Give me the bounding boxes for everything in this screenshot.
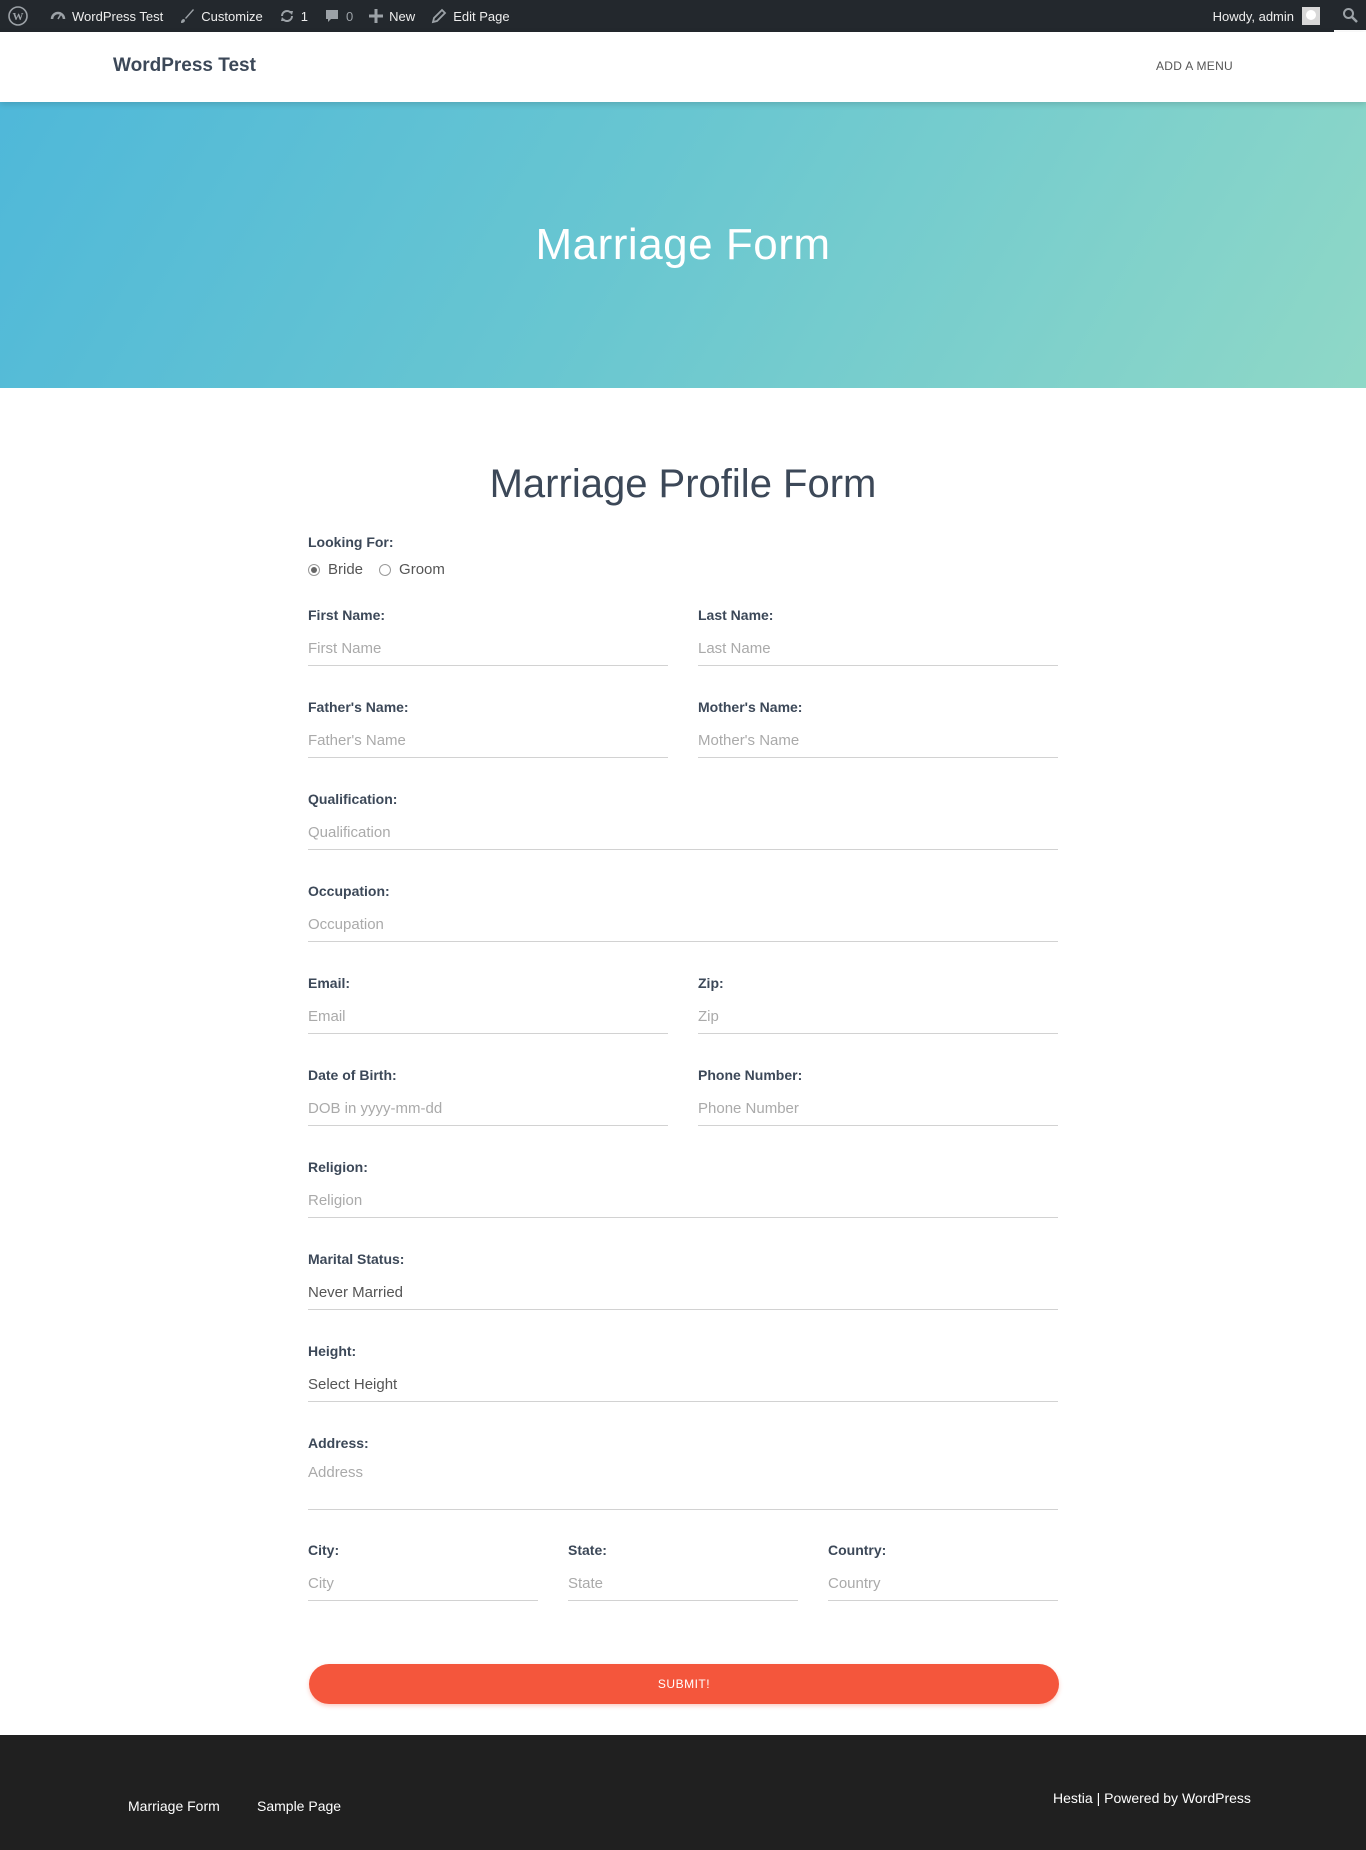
email-label: Email: — [308, 975, 351, 991]
bride-label: Bride — [328, 561, 364, 578]
religion-label: Religion: — [308, 1159, 368, 1175]
zip-label: Zip: — [698, 975, 724, 991]
brush-icon — [181, 9, 195, 23]
comment-icon — [325, 10, 338, 22]
footer-credit-theme[interactable]: Hestia — [1053, 1790, 1093, 1806]
updates-icon — [280, 10, 293, 22]
height-select[interactable]: Select Height — [308, 1368, 1058, 1402]
city-label: City: — [308, 1542, 340, 1558]
pencil-icon — [431, 8, 447, 24]
edit-page-label: Edit Page — [453, 8, 510, 24]
mothers-name-input[interactable]: Mother's Name — [698, 724, 1058, 758]
zip-input[interactable]: Zip — [698, 1000, 1058, 1034]
add-menu-link[interactable]: ADD A MENU — [1156, 59, 1233, 73]
qualification-label: Qualification: — [308, 791, 398, 807]
state-label: State: — [568, 1542, 607, 1558]
height-label: Height: — [308, 1343, 357, 1359]
first-name-input[interactable]: First Name — [308, 632, 668, 666]
occupation-label: Occupation: — [308, 883, 390, 899]
site-footer: Marriage Form Sample Page Hestia | Power… — [0, 1735, 1366, 1850]
phone-label: Phone Number: — [698, 1067, 803, 1083]
dashboard-icon — [50, 11, 66, 20]
last-name-label: Last Name: — [698, 607, 774, 623]
email-input[interactable]: Email — [308, 1000, 668, 1034]
address-label: Address: — [308, 1435, 369, 1451]
form-title: Marriage Profile Form — [489, 462, 877, 506]
footer-link-marriage-form[interactable]: Marriage Form — [128, 1798, 220, 1814]
dob-input[interactable]: DOB in yyyy-mm-dd — [308, 1092, 668, 1126]
hero-banner: Marriage Form — [0, 102, 1366, 388]
last-name-input[interactable]: Last Name — [698, 632, 1058, 666]
updates-link[interactable]: 1 — [271, 0, 316, 32]
footer-credit: Hestia | Powered by WordPress — [1053, 1790, 1251, 1806]
wordpress-logo-icon[interactable]: W — [0, 0, 42, 32]
comments-link[interactable]: 0 — [316, 0, 361, 32]
admin-search-icon[interactable] — [1334, 0, 1366, 32]
state-input[interactable]: State — [568, 1567, 798, 1601]
admin-site-name[interactable]: WordPress Test — [42, 0, 171, 32]
qualification-input[interactable]: Qualification — [308, 816, 1058, 850]
phone-input[interactable]: Phone Number — [698, 1092, 1058, 1126]
fathers-name-input[interactable]: Father's Name — [308, 724, 668, 758]
site-header: WordPress Test ADD A MENU — [0, 32, 1366, 102]
hero-title: Marriage Form — [535, 220, 831, 269]
edit-page-link[interactable]: Edit Page — [423, 0, 517, 32]
svg-text:W: W — [13, 11, 24, 23]
marital-status-label: Marital Status: — [308, 1251, 405, 1267]
footer-credit-wordpress[interactable]: WordPress — [1182, 1790, 1251, 1806]
groom-radio[interactable] — [379, 563, 392, 576]
comments-count: 0 — [345, 8, 354, 24]
mothers-name-label: Mother's Name: — [698, 699, 803, 715]
customize-link[interactable]: Customize — [171, 0, 270, 32]
footer-credit-separator: | Powered by — [1092, 1790, 1182, 1806]
looking-for-radio-group: Bride Groom — [308, 561, 461, 578]
new-content-link[interactable]: New — [361, 0, 423, 32]
account-menu[interactable]: Howdy, admin — [1205, 0, 1328, 32]
fathers-name-label: Father's Name: — [308, 699, 409, 715]
radio-option-bride[interactable]: Bride — [308, 561, 363, 578]
country-input[interactable]: Country — [828, 1567, 1058, 1601]
radio-option-groom[interactable]: Groom — [379, 561, 445, 578]
religion-input[interactable]: Religion — [308, 1184, 1058, 1218]
updates-count: 1 — [300, 8, 308, 24]
address-textarea[interactable]: Address — [308, 1456, 1058, 1510]
first-name-label: First Name: — [308, 607, 386, 623]
footer-link-sample-page[interactable]: Sample Page — [257, 1798, 341, 1814]
city-input[interactable]: City — [308, 1567, 538, 1601]
dob-label: Date of Birth: — [308, 1067, 397, 1083]
submit-button[interactable]: SUBMIT! — [309, 1664, 1059, 1704]
country-label: Country: — [828, 1542, 887, 1558]
marital-status-select[interactable]: Never Married — [308, 1276, 1058, 1310]
avatar — [1302, 7, 1320, 25]
looking-for-label: Looking For: — [308, 534, 394, 550]
occupation-input[interactable]: Occupation — [308, 908, 1058, 942]
groom-label: Groom — [399, 561, 445, 578]
site-title[interactable]: WordPress Test — [113, 55, 256, 77]
howdy-label: Howdy, admin — [1212, 8, 1294, 24]
new-label: New — [389, 8, 416, 24]
customize-label: Customize — [201, 8, 263, 24]
admin-bar: W WordPress Test Customize 1 0 New Edit … — [0, 0, 1366, 32]
admin-site-name-label: WordPress Test — [72, 8, 164, 24]
bride-radio[interactable] — [308, 563, 320, 576]
plus-icon — [369, 9, 384, 23]
